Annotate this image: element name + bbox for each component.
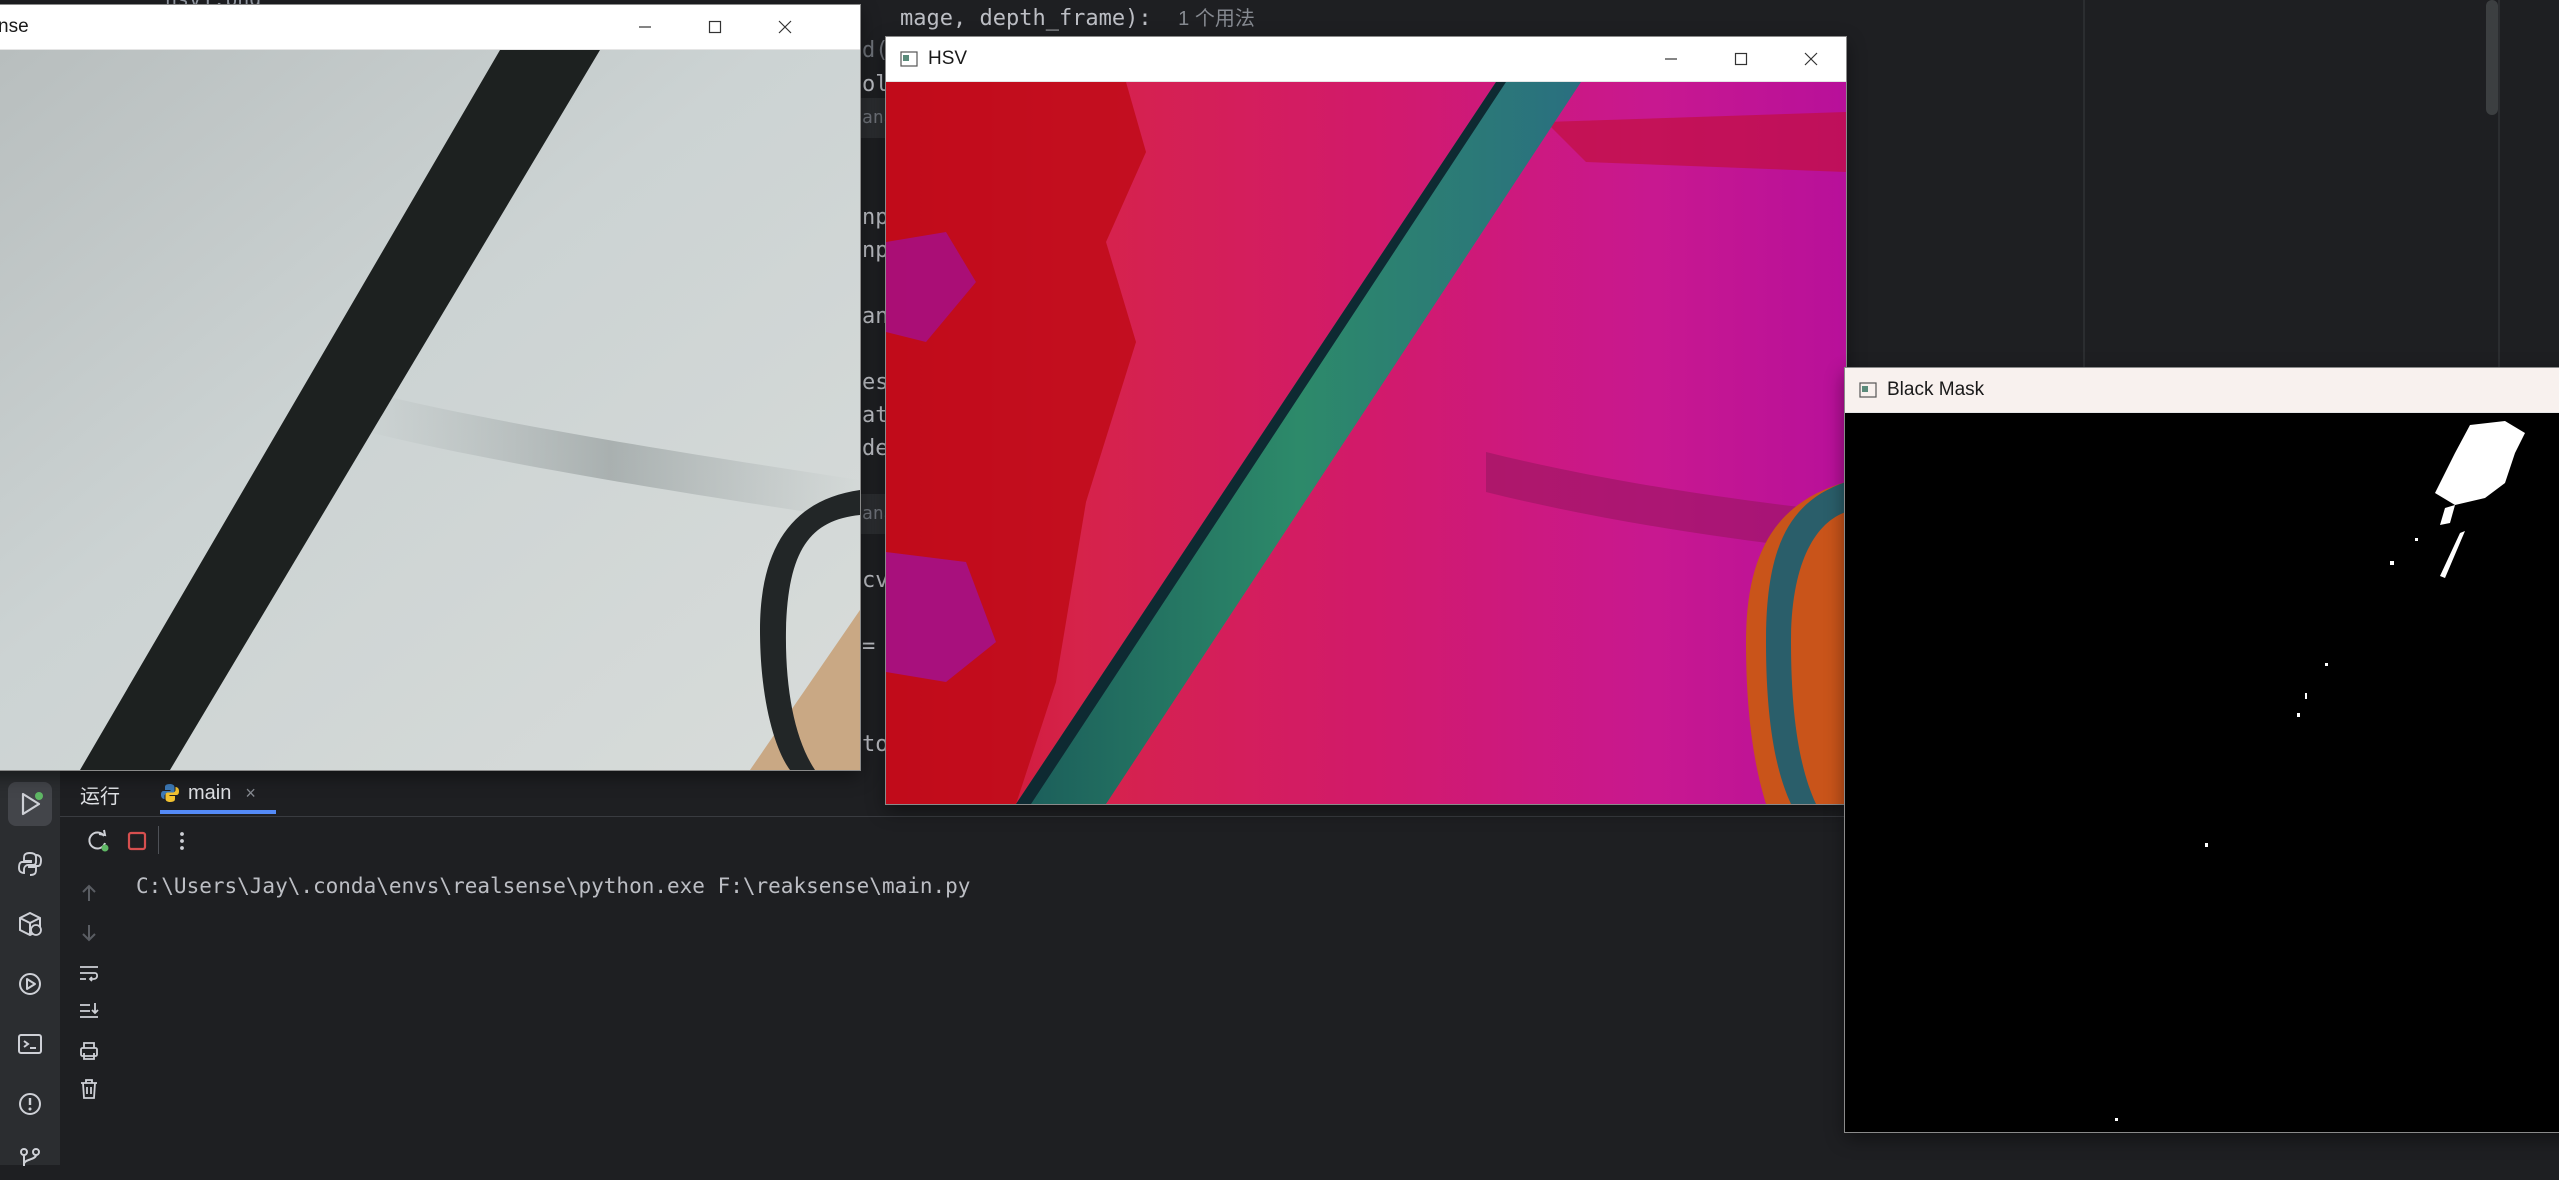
terminal-icon[interactable] [8,1022,52,1066]
python-console-icon[interactable] [8,842,52,886]
window-title: Black Mask [1887,379,1985,400]
right-side-panel [2083,0,2503,370]
soft-wrap-icon[interactable] [74,958,104,988]
clear-all-icon[interactable] [74,1074,104,1104]
hsv-image-feed [886,82,1846,804]
scroll-up-icon[interactable] [74,878,104,908]
scroll-down-icon[interactable] [74,918,104,948]
code-line: de [862,436,889,461]
app-icon [900,51,918,67]
code-line: to [862,732,889,757]
close-icon[interactable] [750,5,820,49]
camera-color-feed [0,50,860,770]
window-titlebar[interactable]: nse [0,5,860,50]
app-icon [1859,382,1877,398]
python-file-icon [161,784,179,802]
run-tab-main[interactable]: main × [160,776,256,810]
window-titlebar[interactable]: Black Mask [1845,368,2559,413]
realsense-window[interactable]: nse [0,5,860,770]
run-panel-title: 运行 [80,786,120,808]
problems-icon[interactable] [8,1082,52,1126]
close-icon[interactable]: × [245,783,256,804]
black-mask-image [1845,413,2559,1132]
active-tab-indicator [160,810,276,814]
console-output-area[interactable]: C:\Users\Jay\.conda\envs\realsense\pytho… [118,866,1850,1165]
maximize-icon[interactable] [680,5,750,49]
editor-scrollbar[interactable] [2486,0,2498,115]
close-icon[interactable] [1776,37,1846,81]
code-line: np [862,238,889,263]
run-tab-label: main [188,781,232,804]
run-toolbar [60,816,1850,867]
minimize-icon[interactable] [1636,37,1706,81]
right-tool-strip [2498,0,2559,370]
services-icon[interactable] [8,962,52,1006]
window-title: HSV [928,48,968,69]
window-title: nse [0,16,29,37]
hsv-window[interactable]: HSV [886,37,1846,804]
tool-window-strip [0,770,60,1166]
window-titlebar[interactable]: HSV [886,37,1846,82]
minimize-icon[interactable] [610,5,680,49]
git-icon[interactable] [8,1136,52,1180]
console-output-line: C:\Users\Jay\.conda\envs\realsense\pytho… [136,874,971,898]
print-icon[interactable] [74,1036,104,1066]
run-icon[interactable] [8,782,52,826]
python-packages-icon[interactable] [8,902,52,946]
maximize-icon[interactable] [1706,37,1776,81]
more-options-icon[interactable] [172,828,192,854]
stop-icon[interactable] [126,830,148,852]
toolbar-divider [158,826,159,854]
rerun-icon[interactable] [84,828,110,854]
console-gutter [60,866,119,1165]
black-mask-window[interactable]: Black Mask [1845,368,2559,1132]
code-line: np [862,205,889,230]
scroll-to-end-icon[interactable] [74,996,104,1026]
code-line: mage, depth_frame): 1 个用法 [900,6,1255,31]
code-line: es [862,370,889,395]
